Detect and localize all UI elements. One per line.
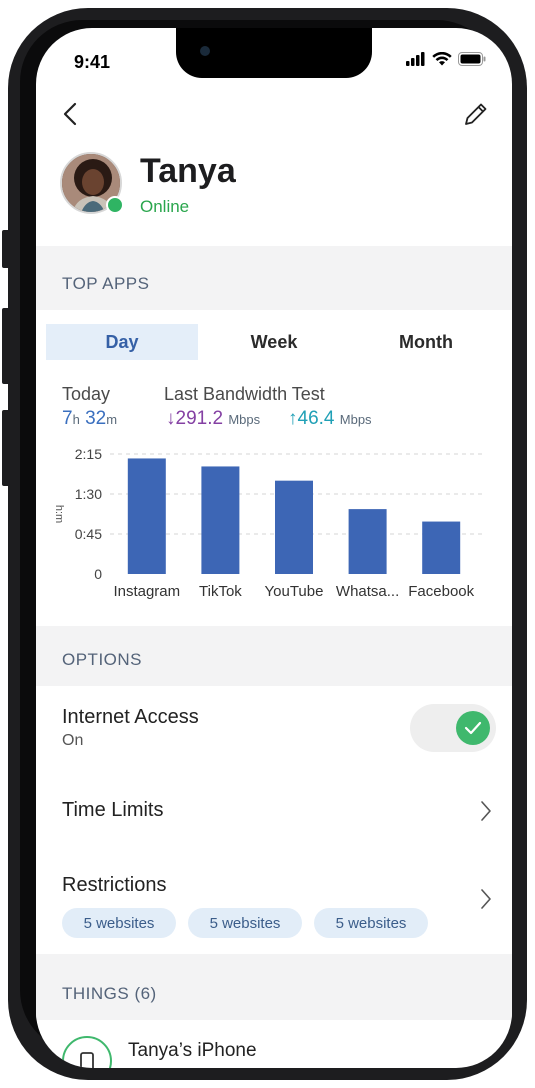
- section-title-top-apps: TOP APPS: [62, 274, 150, 293]
- today-label: Today: [62, 384, 111, 404]
- battery-icon: [458, 52, 486, 66]
- minutes-unit: m: [106, 412, 118, 427]
- x-category-label: Facebook: [408, 583, 474, 600]
- bar-instagram: [127, 458, 166, 574]
- top-apps-bar-chart: h:m 0 0:45 1:30 2:15 Instagram TikTok YouTube Wh…: [53, 446, 482, 600]
- status-time: 9:41: [74, 52, 111, 72]
- hours-unit: h: [72, 412, 80, 427]
- cellular-signal-icon: [406, 52, 425, 66]
- top-apps-header: TOP APPS: [36, 246, 512, 310]
- internet-access-title: Internet Access: [62, 706, 199, 728]
- bandwidth-test-label: Last Bandwidth Test: [164, 384, 325, 404]
- device-name[interactable]: Tanya’s iPhone: [128, 1040, 257, 1062]
- x-category-label: TikTok: [199, 583, 242, 600]
- edit-pencil-icon[interactable]: [462, 100, 490, 128]
- restriction-chip[interactable]: 5 websites: [62, 908, 176, 938]
- options-header: OPTIONS: [36, 626, 512, 686]
- download-unit: Mbps: [228, 412, 261, 427]
- time-limits-row[interactable]: Time Limits: [36, 768, 512, 853]
- restriction-chip[interactable]: 5 websites: [188, 908, 302, 938]
- restriction-chip[interactable]: 5 websites: [314, 908, 428, 938]
- device-icon: [62, 1036, 112, 1068]
- restrictions-row[interactable]: Restrictions: [36, 852, 512, 954]
- status-icons: [406, 52, 486, 66]
- y-tick-label: 1:30: [75, 486, 102, 502]
- x-category-label: Whatsa...: [336, 583, 399, 600]
- internet-access-value: On: [62, 732, 84, 749]
- section-title-things: THINGS (6): [62, 984, 157, 1003]
- profile-name: Tanya: [140, 152, 236, 190]
- bar-whatsa: [348, 509, 387, 574]
- online-status-dot: [106, 196, 124, 214]
- chevron-right-icon: [481, 889, 491, 909]
- upload-speed: ↑46.4 Mbps: [288, 408, 372, 430]
- y-tick-label: 0:45: [75, 526, 102, 542]
- tab-month[interactable]: Month: [350, 324, 502, 360]
- wifi-icon: [432, 52, 452, 66]
- upload-arrow-icon: ↑: [288, 408, 298, 429]
- time-limits-title: Time Limits: [62, 799, 164, 821]
- front-camera: [200, 46, 210, 56]
- notch: [176, 28, 372, 78]
- bar-youtube: [275, 480, 313, 574]
- upload-unit: Mbps: [339, 412, 372, 427]
- x-category-label: YouTube: [265, 583, 324, 600]
- tab-week[interactable]: Week: [198, 324, 350, 360]
- volume-up-button: [2, 308, 10, 384]
- section-title-options: OPTIONS: [62, 650, 143, 669]
- toggle-knob: [456, 711, 490, 745]
- back-arrow-icon[interactable]: [62, 102, 78, 126]
- y-tick-label: 0: [94, 566, 102, 582]
- tab-day[interactable]: Day: [46, 324, 198, 360]
- profile-status: Online: [140, 197, 190, 216]
- today-usage-value: 7h 32m: [62, 408, 117, 430]
- silent-switch: [2, 230, 10, 268]
- phone-icon: [80, 1052, 94, 1068]
- download-value: 291.2: [175, 408, 224, 429]
- bar-tiktok: [201, 466, 240, 574]
- internet-access-toggle[interactable]: [410, 704, 496, 752]
- checkmark-icon: [464, 721, 482, 735]
- period-tabs: Day Week Month: [46, 324, 502, 360]
- upload-value: 46.4: [297, 408, 335, 429]
- y-axis-label: h:m: [53, 505, 65, 523]
- bar-facebook: [422, 521, 461, 574]
- things-header: THINGS (6): [36, 954, 512, 1020]
- download-arrow-icon: ↓: [166, 408, 176, 429]
- x-category-label: Instagram: [113, 583, 180, 600]
- y-tick-label: 2:15: [75, 446, 102, 462]
- restrictions-title: Restrictions: [62, 874, 167, 896]
- download-speed: ↓291.2 Mbps: [166, 408, 260, 430]
- chevron-right-icon: [481, 801, 491, 821]
- volume-down-button: [2, 410, 10, 486]
- today-hours: 7: [62, 408, 73, 429]
- today-minutes: 32: [85, 408, 107, 429]
- screen: 9:41 Tanya Online TOP APPS Day Week Mont…: [36, 28, 512, 1068]
